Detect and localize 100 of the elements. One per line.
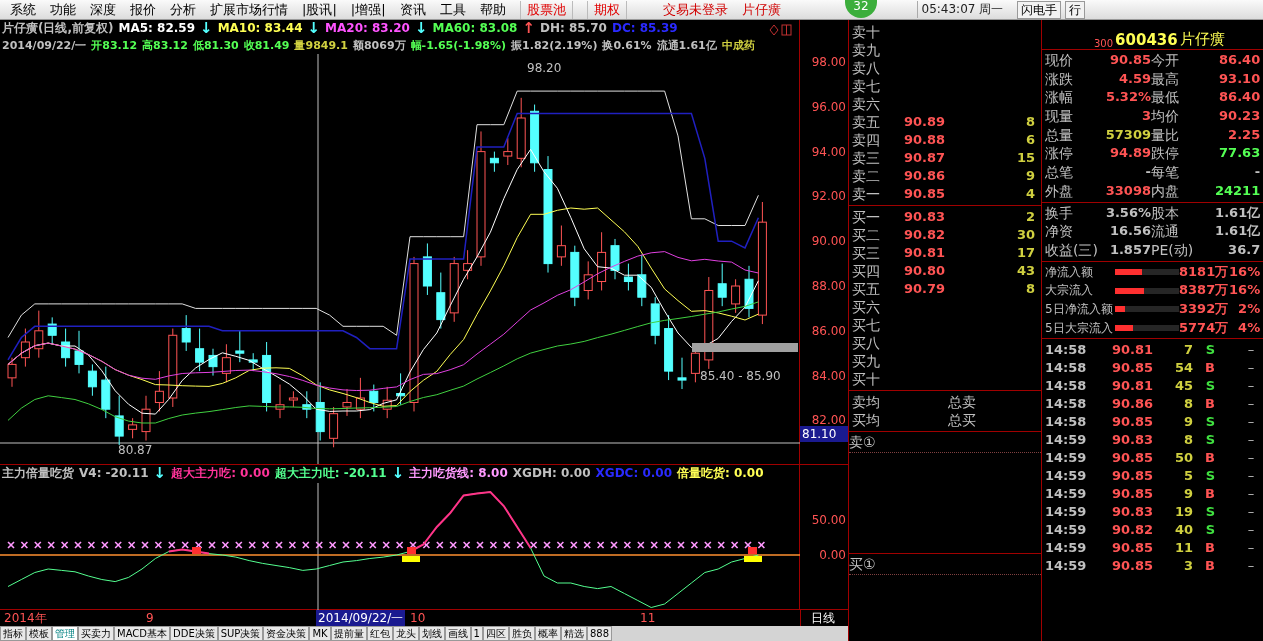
candle: [7, 357, 17, 388]
trade-time: 14:59: [1045, 467, 1088, 486]
trade-side: S: [1204, 341, 1215, 360]
legend-text: MA5: 82.59: [118, 20, 196, 37]
quote-value: 77.63: [1218, 144, 1261, 163]
order-price: 90.85: [904, 185, 947, 203]
order-price: 90.86: [904, 167, 947, 185]
trade-price: 90.83: [1110, 503, 1153, 522]
menu-item[interactable]: 扩展市场行情: [210, 0, 288, 19]
trade-price: 90.85: [1110, 449, 1153, 468]
candle: [623, 263, 633, 291]
candle: [181, 314, 191, 352]
info-text: 流通1.61亿: [656, 38, 717, 54]
order-level: 买二: [852, 226, 881, 244]
quote-value: 16.56: [1108, 222, 1151, 241]
indicator-tab[interactable]: 提前量: [330, 626, 367, 641]
indicator-tab[interactable]: 四区: [482, 626, 509, 641]
trade-volume: 8: [1182, 431, 1193, 450]
order-volume: 8: [1024, 113, 1035, 131]
trade-mark: –: [1246, 557, 1256, 576]
price-tick: 88.00: [811, 278, 846, 294]
menu-item[interactable]: |增强|: [350, 0, 386, 19]
indicator-tab[interactable]: 指标: [0, 626, 26, 641]
order-volume: 2: [1024, 208, 1035, 226]
candle: [449, 256, 459, 323]
trade-side: S: [1204, 503, 1215, 522]
indicator-tab[interactable]: 买卖力: [78, 626, 114, 641]
menu-item[interactable]: |股讯|: [302, 0, 337, 19]
indicator-tab[interactable]: 红包: [366, 626, 393, 641]
flow-label: 5日净流入额: [1045, 300, 1114, 318]
trade-status[interactable]: 交易未登录: [662, 0, 728, 19]
order-level: 买七: [852, 316, 881, 334]
menu-item[interactable]: 工具: [439, 0, 466, 19]
menu-item[interactable]: 功能: [50, 0, 76, 19]
toolbar-button[interactable]: 闪电手: [1017, 0, 1062, 19]
info-text: 幅-1.65(-1.98%): [410, 38, 507, 54]
quote-value: 1.61亿: [1214, 222, 1261, 241]
trade-volume: 9: [1182, 485, 1193, 504]
indicator-tab[interactable]: MK: [309, 626, 331, 641]
menu-item[interactable]: 系统: [10, 0, 36, 19]
menu-item[interactable]: 帮助: [479, 0, 506, 19]
candle: [637, 254, 647, 307]
indicator-tab[interactable]: MACD基本: [114, 626, 170, 641]
legend-text: 主力倍量吃货: [2, 465, 74, 482]
trade-mark: –: [1246, 485, 1256, 504]
trade-side: B: [1204, 395, 1215, 414]
indicator-tab[interactable]: 划线: [418, 626, 445, 641]
quote-value: 1.857: [1108, 240, 1151, 259]
quote-label: 均价: [1151, 107, 1180, 126]
trade-side: B: [1204, 359, 1215, 378]
trade-time: 14:59: [1045, 431, 1088, 450]
price-tick: 86.00: [811, 322, 846, 339]
order-volume: 15: [1015, 149, 1035, 167]
date-label: 9: [146, 610, 154, 626]
quote-label: 涨停: [1045, 144, 1074, 164]
trade-price: 90.85: [1110, 413, 1153, 432]
legend-text: DC: 85.39: [611, 20, 678, 37]
indicator-tab[interactable]: 精选: [560, 626, 587, 641]
menu-item[interactable]: 分析: [170, 0, 196, 19]
candle: [262, 341, 272, 412]
legend-text: XGDC: 0.00: [595, 465, 672, 482]
order-level: 买六: [852, 298, 881, 316]
quote-label: 总量: [1045, 125, 1074, 145]
trade-side: B: [1204, 485, 1215, 504]
indicator-tab[interactable]: 管理: [52, 626, 78, 641]
menu-item[interactable]: 股票池: [519, 0, 573, 19]
indicator-tab[interactable]: 模板: [26, 626, 52, 641]
indicator-tab[interactable]: 888: [586, 626, 613, 641]
indicator-tab[interactable]: 画线: [444, 626, 471, 641]
trade-volume: 54: [1173, 359, 1193, 378]
quote-label: 每笔: [1151, 163, 1180, 182]
order-level: 卖五: [852, 113, 881, 131]
legend-text: V4: -20.11: [79, 465, 149, 482]
indicator-tab[interactable]: 龙头: [392, 626, 419, 641]
clock-text: 05:43:07 周一: [916, 1, 1004, 18]
order-price: 90.83: [904, 208, 947, 226]
toolbar-button[interactable]: 行: [1065, 0, 1086, 19]
indicator-tab[interactable]: 胜负: [508, 626, 535, 641]
candle: [208, 348, 218, 377]
price-tick: 82.00: [811, 412, 846, 429]
candle: [530, 104, 540, 173]
indicator-tab[interactable]: SUP决策: [217, 626, 264, 641]
candle: [87, 363, 97, 397]
menu-item[interactable]: 资讯: [399, 0, 426, 19]
candle: [382, 386, 392, 419]
menu-item[interactable]: 报价: [130, 0, 156, 19]
indicator-tab[interactable]: DDE决策: [170, 626, 218, 641]
candle: [342, 388, 352, 417]
period-label[interactable]: 日线: [801, 610, 835, 626]
trade-mark: –: [1246, 503, 1256, 522]
quote-value: -: [1144, 163, 1151, 182]
trade-price: 90.83: [1110, 431, 1153, 450]
window-controls-icon[interactable]: [769, 24, 793, 36]
candle: [195, 328, 205, 372]
indicator-tab[interactable]: 概率: [534, 626, 561, 641]
menu-item[interactable]: 期权: [586, 0, 627, 19]
menu-item[interactable]: 深度: [90, 0, 116, 19]
quote-value: 5.32%: [1105, 88, 1151, 107]
order-price: 90.82: [904, 226, 947, 244]
indicator-tab[interactable]: 资金决策: [263, 626, 310, 641]
